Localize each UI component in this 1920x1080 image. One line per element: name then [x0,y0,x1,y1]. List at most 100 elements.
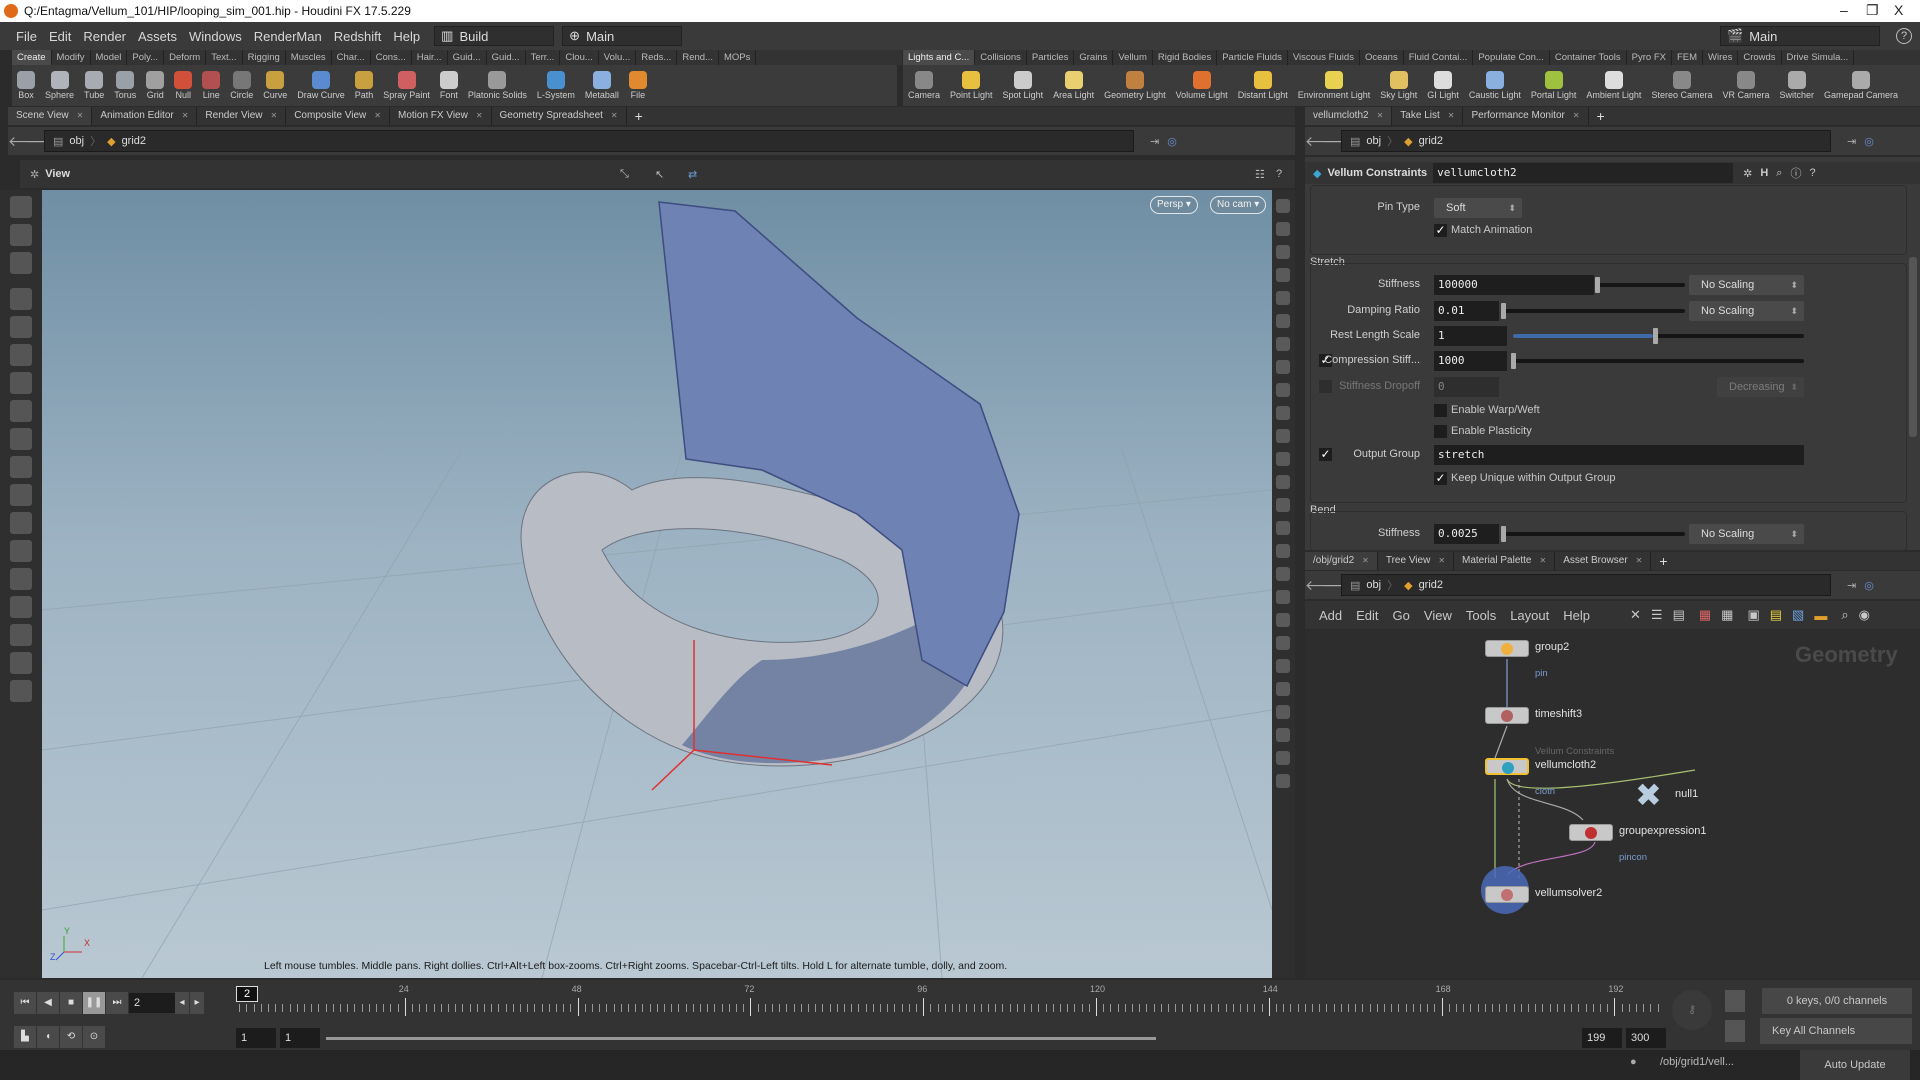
plasticity-checkbox[interactable] [1434,425,1447,438]
tree-icon[interactable]: ☰ [1651,607,1663,623]
context-selector[interactable]: ⊕ Main [562,26,683,46]
display-option-button[interactable] [1276,452,1290,466]
shelf-tool-null[interactable]: Null [169,69,197,102]
display-option-button[interactable] [1276,521,1290,535]
net-menu-view[interactable]: View [1424,608,1452,623]
path-grid2[interactable]: grid2 [122,135,146,147]
damping-scaling-menu[interactable]: No Scaling ⬍ [1689,301,1804,321]
display-option-button[interactable] [1276,682,1290,696]
viewport-tool-button[interactable] [10,196,32,218]
close-tab-icon[interactable]: ✕ [182,111,189,120]
grid-icon[interactable]: ▦ [1721,607,1733,623]
playback-end-field[interactable]: 199 [1582,1028,1622,1048]
network-box-icon[interactable]: ▣ [1747,607,1759,623]
audio-icon[interactable]: ◖ [37,1026,59,1048]
package-icon[interactable]: ▬ [1814,608,1827,623]
shelf-tab[interactable]: Muscles [286,50,332,65]
handle-tool-icon[interactable]: ↖ [655,168,664,181]
shelf-tool-tube[interactable]: Tube [79,69,109,102]
path-grid2[interactable]: grid2 [1419,579,1443,591]
display-option-button[interactable] [1276,751,1290,765]
bend-scaling-menu[interactable]: No Scaling ⬍ [1689,524,1804,544]
shelf-tab[interactable]: Reds... [636,50,678,65]
display-option-button[interactable] [1276,659,1290,673]
shelf-tool-portal-light[interactable]: Portal Light [1526,69,1582,102]
close-tab-icon[interactable]: ✕ [271,111,278,120]
houdini-help-icon[interactable]: H [1760,167,1768,179]
shelf-tab[interactable]: Pyro FX [1627,50,1672,65]
list-icon[interactable]: ▤ [1673,607,1685,623]
shelf-tool-spray-paint[interactable]: Spray Paint [378,69,435,102]
pane-tab[interactable]: Geometry Spreadsheet ✕ [492,107,627,125]
current-frame-field[interactable]: 2 [129,993,175,1013]
forward-arrow-icon[interactable]: 🡒 [1323,577,1361,594]
net-menu-add[interactable]: Add [1319,608,1342,623]
shelf-tool-vr-camera[interactable]: VR Camera [1717,69,1774,102]
output-group-field[interactable]: stretch [1434,445,1804,465]
shelf-tab[interactable]: Rigid Bodies [1153,50,1218,65]
close-button[interactable]: X [1894,2,1903,18]
display-option-button[interactable] [1276,475,1290,489]
key-mode-menu[interactable]: Key All Channels [1760,1018,1912,1044]
close-tab-icon[interactable]: ✕ [476,111,483,120]
view-icon[interactable]: ✲ [30,168,39,181]
viewport-tool-button[interactable] [10,652,32,674]
viewport-help-icon[interactable]: ? [1276,168,1282,180]
path-obj[interactable]: obj [69,135,84,147]
display-option-button[interactable] [1276,245,1290,259]
shelf-tab[interactable]: Cons... [371,50,412,65]
close-tab-icon[interactable]: ✕ [1448,111,1455,120]
shelf-tool-stereo-camera[interactable]: Stereo Camera [1646,69,1717,102]
display-option-button[interactable] [1276,383,1290,397]
shelf-tool-geometry-light[interactable]: Geometry Light [1099,69,1171,102]
forward-arrow-icon[interactable]: 🡒 [26,133,64,150]
close-tab-icon[interactable]: ✕ [77,111,84,120]
viewport-tool-button[interactable] [10,568,32,590]
shelf-tool-camera[interactable]: Camera [903,69,945,102]
back-arrow-icon[interactable]: 🡐 [1305,133,1343,150]
shelf-tab[interactable]: Deform [164,50,207,65]
viewport-tool-button[interactable] [10,344,32,366]
search-icon[interactable]: ⌕ [1776,167,1782,180]
step-forward-button[interactable]: ▸ [190,992,204,1014]
rest-length-slider[interactable] [1513,334,1804,338]
shelf-tool-area-light[interactable]: Area Light [1048,69,1099,102]
net-menu-layout[interactable]: Layout [1510,608,1549,623]
path-obj[interactable]: obj [1366,579,1381,591]
node-group2[interactable] [1485,640,1529,657]
network-path[interactable]: ▤ obj 〉 ◆ grid2 [1341,574,1831,596]
net-menu-edit[interactable]: Edit [1356,608,1378,623]
frame-ruler[interactable]: 24 48 72 96 120 144 168 192 [232,984,1667,1020]
display-option-button[interactable] [1276,705,1290,719]
add-tab-icon[interactable]: + [1659,553,1667,569]
shelf-tab[interactable]: Viscous Fluids [1288,50,1360,65]
display-option-button[interactable] [1276,314,1290,328]
clock-icon[interactable]: ⊙ [83,1026,105,1048]
info-icon[interactable]: ⓘ [1790,165,1801,181]
display-option-button[interactable] [1276,337,1290,351]
play-reverse-button[interactable]: ◀ [37,992,59,1014]
damping-ratio-field[interactable]: 0.01 [1434,301,1499,321]
param-scrollbar[interactable] [1909,257,1917,437]
minimize-button[interactable]: – [1840,2,1848,18]
display-options-icon[interactable]: ☷ [1255,168,1265,181]
gear-icon[interactable]: ✲ [1743,167,1752,180]
viewport-tool-button[interactable] [10,288,32,310]
range-start-field[interactable]: 1 [236,1028,276,1048]
viewport-tool-button[interactable] [10,456,32,478]
select-tool-icon[interactable]: ⤡ [620,168,629,181]
shelf-tool-volume-light[interactable]: Volume Light [1171,69,1233,102]
display-option-button[interactable] [1276,199,1290,213]
viewport-tool-button[interactable] [10,252,32,274]
shelf-tab[interactable]: Collisions [975,50,1027,65]
display-option-button[interactable] [1276,360,1290,374]
pin-type-menu[interactable]: Soft ⬍ [1434,198,1522,218]
shelf-tool-environment-light[interactable]: Environment Light [1293,69,1376,102]
bend-stiffness-field[interactable]: 0.0025 [1434,524,1499,544]
forward-arrow-icon[interactable]: 🡒 [1323,133,1361,150]
channel-icon[interactable] [1725,1020,1745,1042]
menu-edit[interactable]: Edit [43,29,77,44]
menu-help[interactable]: Help [387,29,426,44]
add-tab-icon[interactable]: + [1597,108,1605,124]
slider-handle[interactable] [1501,526,1506,542]
